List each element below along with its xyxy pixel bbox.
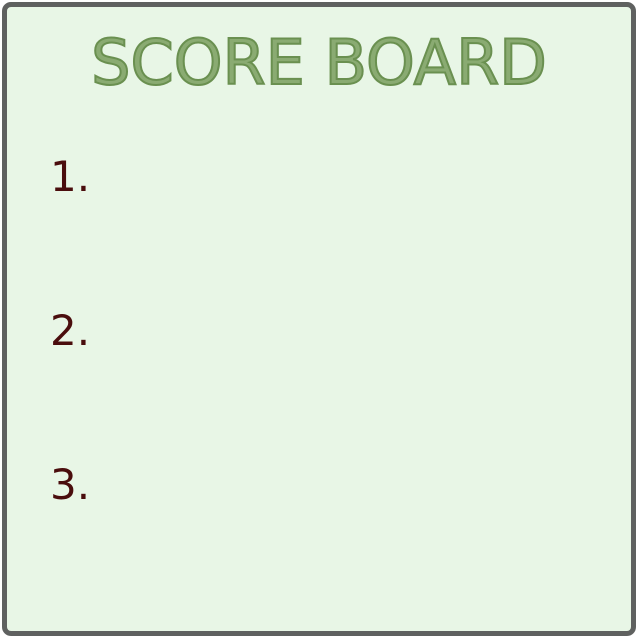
score-board-title: SCORE BOARD bbox=[90, 25, 548, 100]
score-entry-3: 3. bbox=[50, 460, 106, 510]
score-board-panel: SCORE BOARD 1. 2. 3. bbox=[2, 2, 636, 636]
score-entry-rank: 1. bbox=[50, 152, 91, 201]
score-entry-1: 1. bbox=[50, 152, 106, 202]
score-entry-2: 2. bbox=[50, 306, 106, 356]
score-entry-rank: 2. bbox=[50, 306, 91, 355]
score-entry-rank: 3. bbox=[50, 460, 91, 509]
